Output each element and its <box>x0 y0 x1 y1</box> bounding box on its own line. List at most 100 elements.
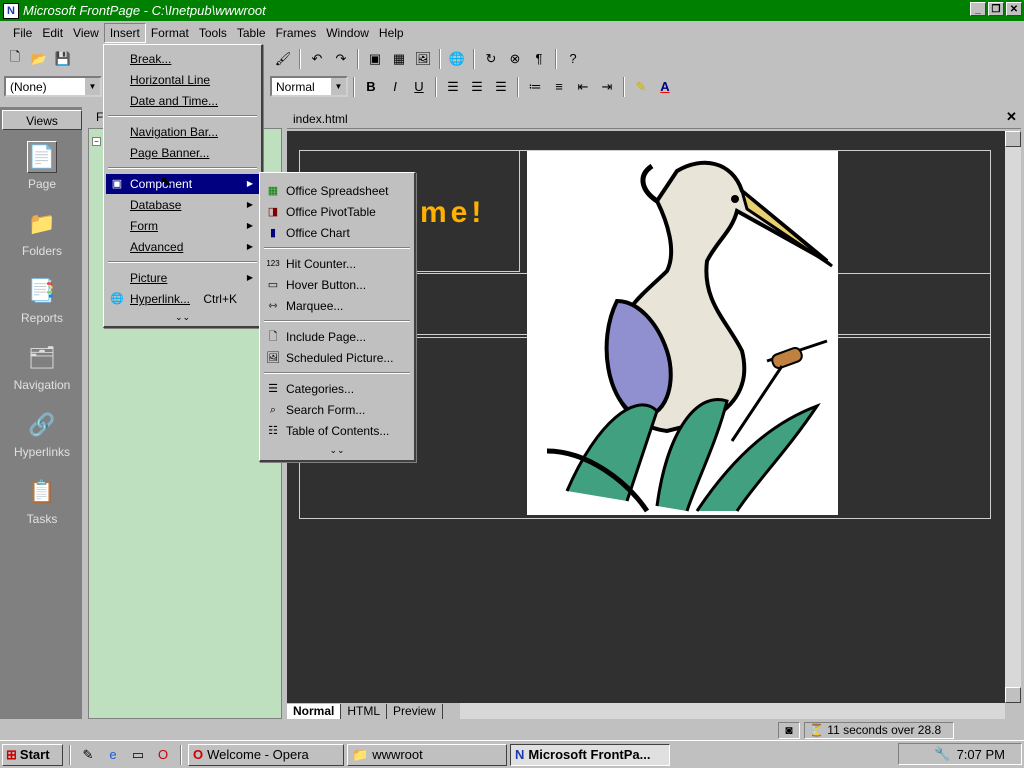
numbered-list-icon[interactable]: ≔ <box>524 76 546 98</box>
menu-item-navigation-bar[interactable]: Navigation Bar... <box>106 122 259 142</box>
view-hyperlinks[interactable]: 🔗 Hyperlinks <box>2 409 82 459</box>
spreadsheet-icon: ▦ <box>267 185 279 197</box>
bold-button[interactable]: B <box>360 76 382 98</box>
stop-icon[interactable]: ⊗ <box>504 48 526 70</box>
menu-item-scheduled-picture[interactable]: 🖼 Scheduled Picture... <box>262 348 412 368</box>
menu-item-picture[interactable]: Picture ▶ <box>106 268 259 288</box>
menu-view[interactable]: View <box>68 24 104 42</box>
clock[interactable]: 7:07 PM <box>957 747 1005 762</box>
insert-component-icon[interactable]: ▣ <box>364 48 386 70</box>
menu-item-hyperlink[interactable]: 🌐 Hyperlink... Ctrl+K <box>106 289 259 309</box>
show-all-icon[interactable]: ¶ <box>528 48 550 70</box>
close-button[interactable]: ✕ <box>1006 2 1022 16</box>
menu-file[interactable]: File <box>8 24 37 42</box>
redo-icon[interactable]: ↷ <box>330 48 352 70</box>
insert-table-icon[interactable]: ▦ <box>388 48 410 70</box>
folder-icon: 📁 <box>28 211 56 236</box>
menu-item-horizontal-line[interactable]: Horizontal Line <box>106 70 259 90</box>
format-painter-icon[interactable]: 🖌 <box>272 48 294 70</box>
menu-item-office-chart[interactable]: ▮ Office Chart <box>262 223 412 243</box>
opera-quicklaunch-icon[interactable]: O <box>152 744 174 766</box>
tab-html[interactable]: HTML <box>341 703 388 719</box>
insert-menu: Break... Horizontal Line Date and Time..… <box>103 44 263 328</box>
insert-picture-icon[interactable]: 🖼 <box>412 48 434 70</box>
open-icon[interactable]: 📂 <box>28 48 50 70</box>
menu-item-page-banner[interactable]: Page Banner... <box>106 143 259 163</box>
menu-edit[interactable]: Edit <box>37 24 68 42</box>
taskbar-button-opera[interactable]: O Welcome - Opera <box>188 743 344 766</box>
menu-item-hover-button[interactable]: ▭ Hover Button... <box>262 275 412 295</box>
menu-insert[interactable]: Insert <box>103 23 146 43</box>
underline-button[interactable]: U <box>408 76 430 98</box>
menu-item-search-form[interactable]: ⌕ Search Form... <box>262 400 412 420</box>
view-tasks[interactable]: 📋 Tasks <box>2 476 82 526</box>
italic-button[interactable]: I <box>384 76 406 98</box>
menu-help[interactable]: Help <box>374 24 409 42</box>
menu-table[interactable]: Table <box>232 24 271 42</box>
menu-item-include-page[interactable]: 🗋 Include Page... <box>262 327 412 347</box>
view-folders[interactable]: 📁 Folders <box>2 208 82 258</box>
menu-item-form[interactable]: Form ▶ <box>106 216 259 236</box>
tree-collapse-icon[interactable]: − <box>92 137 101 146</box>
desktop-icon[interactable]: ▭ <box>127 744 149 766</box>
horizontal-scrollbar[interactable] <box>460 703 1005 719</box>
folder-icon: 📁 <box>352 746 369 762</box>
align-center-icon[interactable]: ☰ <box>466 76 488 98</box>
tab-normal[interactable]: Normal <box>287 703 342 719</box>
new-page-icon[interactable]: 🗋 <box>4 48 26 70</box>
menu-tools[interactable]: Tools <box>194 24 232 42</box>
menu-item-marquee[interactable]: ⇿ Marquee... <box>262 296 412 316</box>
menu-window[interactable]: Window <box>321 24 374 42</box>
hyperlink-icon[interactable]: 🌐 <box>446 48 468 70</box>
taskbar-button-wwwroot[interactable]: 📁 wwwroot <box>347 743 507 766</box>
save-icon[interactable]: 💾 <box>52 48 74 70</box>
expand-menu-icon[interactable]: ⌄⌄ <box>260 445 414 459</box>
menu-item-break[interactable]: Break... <box>106 49 259 69</box>
refresh-icon[interactable]: ↻ <box>480 48 502 70</box>
minimize-button[interactable]: _ <box>970 2 986 16</box>
page-view-icon: 📄 <box>27 141 57 173</box>
menu-item-database[interactable]: Database ▶ <box>106 195 259 215</box>
view-page[interactable]: 📄 Page <box>2 141 82 191</box>
internet-explorer-icon[interactable]: e <box>102 744 124 766</box>
menu-item-advanced[interactable]: Advanced ▶ <box>106 237 259 257</box>
font-size-dropdown[interactable]: Normal ▼ <box>270 76 348 97</box>
align-right-icon[interactable]: ☰ <box>490 76 512 98</box>
expand-menu-icon[interactable]: ⌄⌄ <box>104 312 261 326</box>
menu-item-categories[interactable]: ☰ Categories... <box>262 379 412 399</box>
help-icon[interactable]: ? <box>562 48 584 70</box>
menu-frames[interactable]: Frames <box>271 24 322 42</box>
decrease-indent-icon[interactable]: ⇤ <box>572 76 594 98</box>
increase-indent-icon[interactable]: ⇥ <box>596 76 618 98</box>
style-dropdown[interactable]: (None) ▼ <box>4 76 102 97</box>
vertical-scrollbar[interactable] <box>1005 131 1021 703</box>
menu-item-office-spreadsheet[interactable]: ▦ Office Spreadsheet <box>262 181 412 201</box>
menu-item-hit-counter[interactable]: 123 Hit Counter... <box>262 254 412 274</box>
tray-icon[interactable]: 🔧 <box>934 746 950 762</box>
hover-button-icon: ▭ <box>267 279 279 291</box>
close-document-icon[interactable]: ✕ <box>1006 109 1020 127</box>
tab-preview[interactable]: Preview <box>387 703 443 719</box>
start-button[interactable]: ⊞ Start <box>2 743 63 766</box>
taskbar-button-frontpage[interactable]: N Microsoft FrontPa... <box>510 743 670 766</box>
font-color-icon[interactable]: A <box>654 76 676 98</box>
highlight-color-icon[interactable]: ✎ <box>630 76 652 98</box>
view-reports[interactable]: 📑 Reports <box>2 275 82 325</box>
undo-icon[interactable]: ↶ <box>306 48 328 70</box>
editor-file-tab[interactable]: index.html <box>287 109 1021 129</box>
welcome-heading[interactable]: me! <box>420 196 485 230</box>
frontpage-icon[interactable]: N <box>3 2 19 19</box>
chart-icon: ▮ <box>269 227 277 239</box>
menu-item-office-pivottable[interactable]: ◨ Office PivotTable <box>262 202 412 222</box>
restore-button[interactable]: ❐ <box>988 2 1004 16</box>
quicklaunch-icon[interactable]: ✎ <box>77 744 99 766</box>
menu-item-table-of-contents[interactable]: ☷ Table of Contents... <box>262 421 412 441</box>
heron-image[interactable] <box>527 151 838 515</box>
views-bar-title: Views <box>2 110 82 130</box>
bullet-list-icon[interactable]: ≡ <box>548 76 570 98</box>
menu-item-component[interactable]: ▣ Component ▶ <box>106 174 259 194</box>
menu-format[interactable]: Format <box>146 24 194 42</box>
align-left-icon[interactable]: ☰ <box>442 76 464 98</box>
menu-item-date-time[interactable]: Date and Time... <box>106 91 259 111</box>
view-navigation[interactable]: 🗂 Navigation <box>2 342 82 392</box>
